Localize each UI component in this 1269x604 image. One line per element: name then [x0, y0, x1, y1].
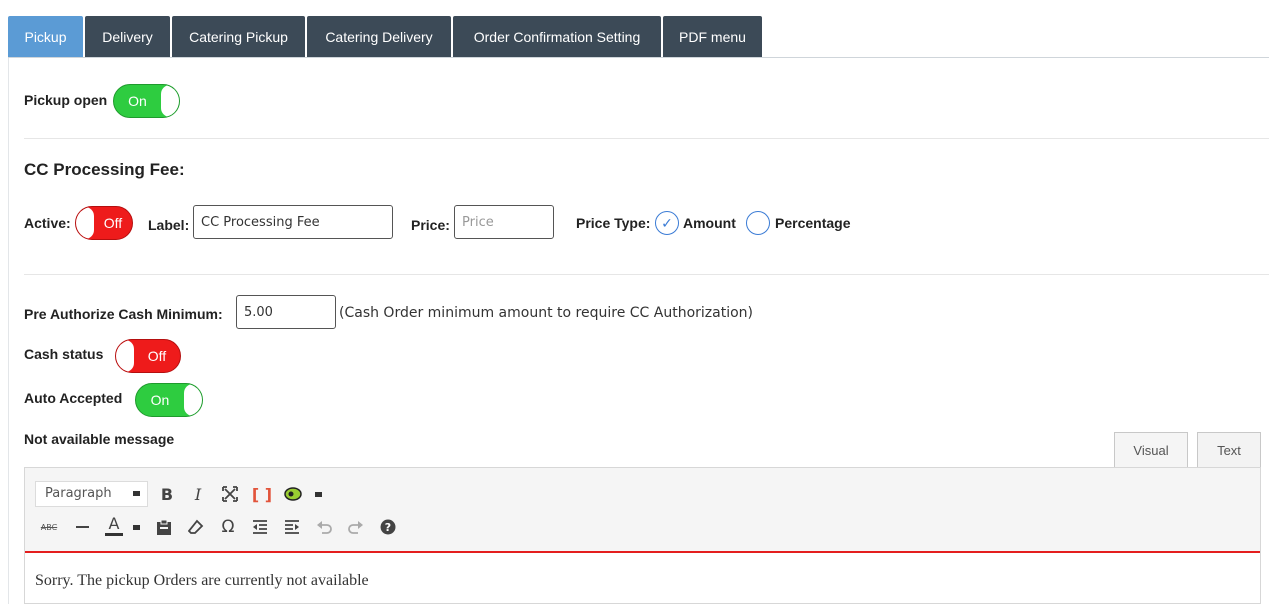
toggle-knob — [184, 384, 202, 416]
outdent-icon[interactable] — [248, 515, 272, 539]
pre-auth-label: Pre Authorize Cash Minimum: — [24, 306, 223, 322]
price-type-label: Price Type: — [576, 215, 651, 231]
plugin-icon[interactable] — [282, 482, 306, 506]
bold-icon[interactable]: B — [155, 482, 179, 506]
amount-radio[interactable]: ✓ — [655, 211, 679, 235]
help-icon[interactable]: ? — [376, 515, 400, 539]
panel-border — [8, 58, 9, 604]
tab-catering-pickup[interactable]: Catering Pickup — [172, 16, 305, 58]
auto-accepted-label: Auto Accepted — [24, 390, 123, 406]
cc-fee-heading: CC Processing Fee: — [24, 160, 185, 179]
chevron-down-icon — [133, 491, 140, 496]
pre-auth-input[interactable] — [236, 295, 336, 329]
tab-catering-delivery[interactable]: Catering Delivery — [307, 16, 451, 58]
tab-order-confirmation-setting[interactable]: Order Confirmation Setting — [453, 16, 661, 58]
toggle-knob — [116, 340, 134, 372]
paste-icon[interactable] — [152, 515, 176, 539]
toggle-state-text: Off — [147, 348, 167, 364]
shortcode-brackets-icon[interactable]: [ ] — [250, 482, 274, 506]
toggle-knob — [161, 85, 179, 117]
tab-delivery[interactable]: Delivery — [85, 16, 170, 58]
rich-text-editor: Paragraph B I [ ] ABC A Ω ? Sorry. The p… — [24, 467, 1261, 604]
indent-icon[interactable] — [280, 515, 304, 539]
amount-option-label: Amount — [683, 215, 736, 231]
toggle-knob — [76, 207, 94, 239]
format-select[interactable]: Paragraph — [35, 481, 148, 507]
cc-fee-label-input[interactable] — [193, 205, 393, 239]
toggle-state-text: On — [128, 93, 147, 109]
not-available-label: Not available message — [24, 431, 175, 447]
special-character-icon[interactable]: Ω — [216, 515, 240, 539]
toggle-state-text: On — [150, 392, 170, 408]
eraser-icon[interactable] — [184, 515, 208, 539]
cash-status-toggle[interactable]: Off — [115, 339, 181, 373]
pickup-open-label: Pickup open — [24, 92, 108, 108]
tab-pdf-menu[interactable]: PDF menu — [663, 16, 762, 58]
cc-fee-price-input[interactable] — [454, 205, 554, 239]
divider — [24, 138, 1269, 139]
horizontal-line-icon[interactable] — [70, 515, 94, 539]
check-icon: ✓ — [661, 214, 673, 231]
cash-status-label: Cash status — [24, 346, 104, 362]
dropdown-caret-icon[interactable] — [306, 482, 330, 506]
label-field-label: Label: — [148, 217, 190, 233]
toggle-state-text: Off — [103, 215, 123, 231]
fullscreen-icon[interactable] — [218, 482, 242, 506]
redo-icon[interactable] — [344, 515, 368, 539]
text-color-icon[interactable]: A — [105, 514, 123, 536]
active-label: Active: — [24, 215, 71, 231]
format-select-value: Paragraph — [45, 486, 112, 501]
tab-underline — [8, 57, 1269, 58]
editor-tab-text[interactable]: Text — [1197, 432, 1261, 467]
italic-icon[interactable]: I — [186, 482, 210, 506]
auto-accepted-toggle[interactable]: On — [135, 383, 203, 417]
strikethrough-icon[interactable]: ABC — [37, 515, 61, 539]
divider — [24, 274, 1269, 275]
undo-icon[interactable] — [312, 515, 336, 539]
editor-toolbar: Paragraph B I [ ] ABC A Ω ? — [25, 468, 1260, 553]
tab-pickup[interactable]: Pickup — [8, 16, 83, 58]
editor-tab-visual[interactable]: Visual — [1114, 432, 1188, 467]
pre-auth-note: (Cash Order minimum amount to require CC… — [339, 305, 753, 321]
text-color-caret-icon[interactable] — [124, 515, 148, 539]
pickup-open-toggle[interactable]: On — [113, 84, 180, 118]
svg-text:?: ? — [385, 521, 391, 534]
percentage-radio[interactable] — [746, 211, 770, 235]
editor-content[interactable]: Sorry. The pickup Orders are currently n… — [35, 572, 369, 590]
cc-fee-active-toggle[interactable]: Off — [75, 206, 133, 240]
percentage-option-label: Percentage — [775, 215, 851, 231]
price-label: Price: — [411, 217, 450, 233]
tab-bar: Pickup Delivery Catering Pickup Catering… — [8, 16, 762, 58]
